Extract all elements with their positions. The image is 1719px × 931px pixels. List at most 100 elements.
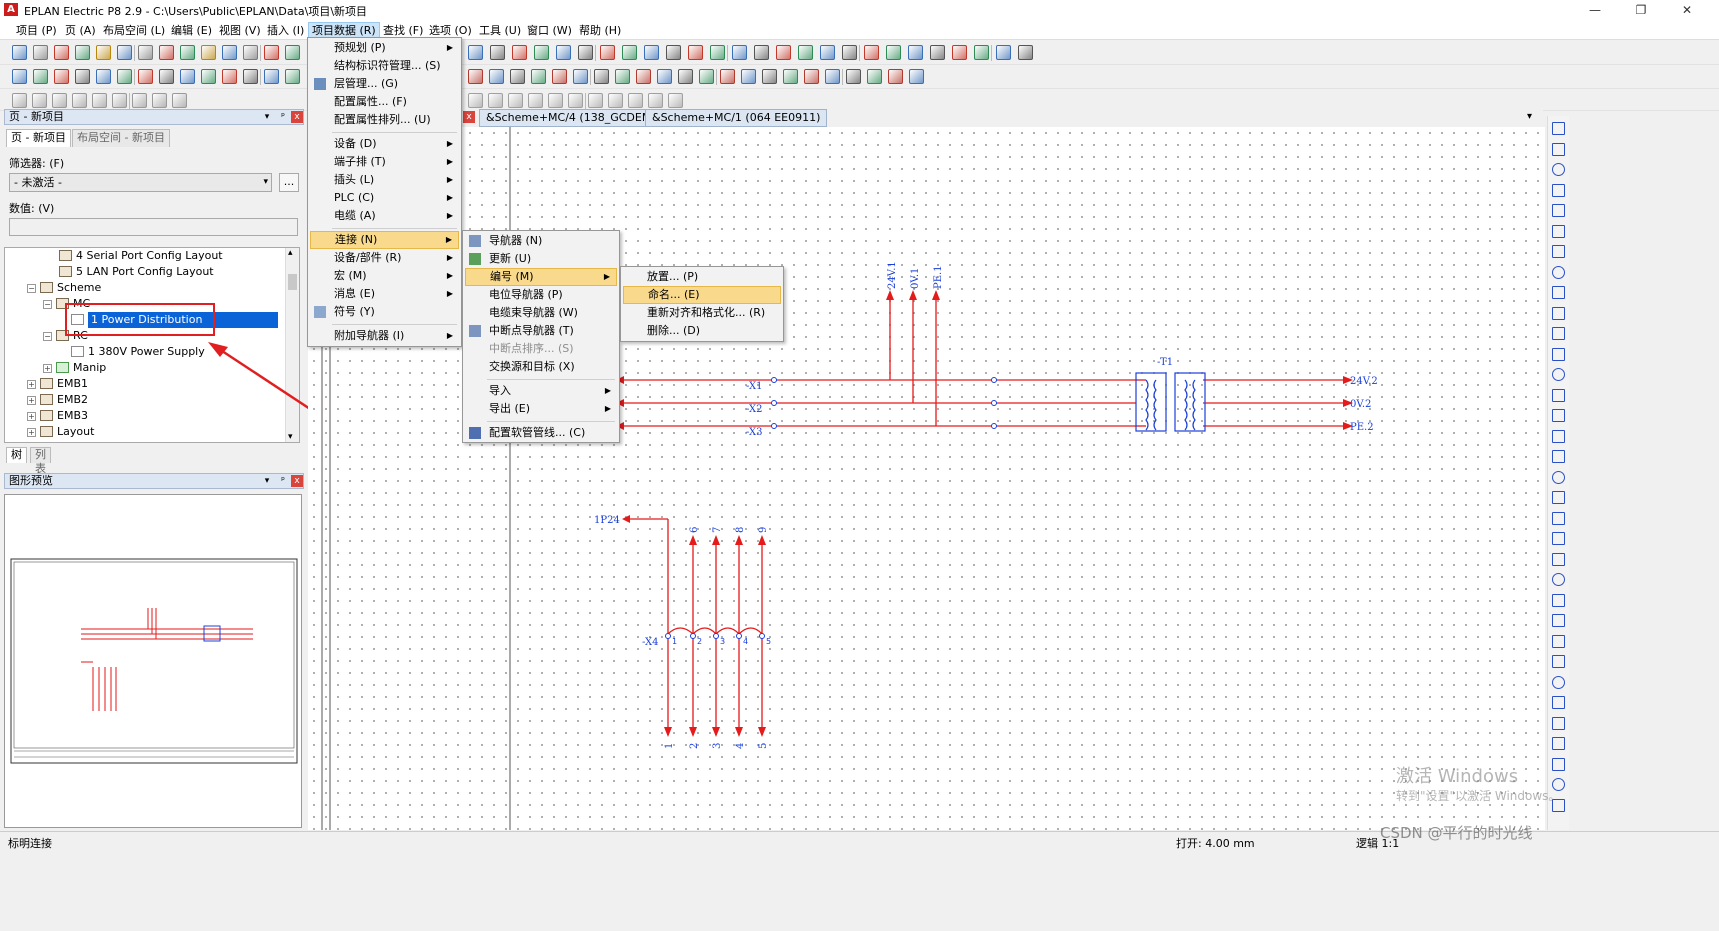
menu-item-preplanning[interactable]: 预规划 (P) ▶	[310, 39, 459, 57]
doc-tab-close-icon[interactable]: x	[463, 111, 475, 123]
toolbar-button-icon[interactable]	[909, 69, 924, 84]
toolbar-button-icon[interactable]	[820, 45, 835, 60]
toolbar-button-icon[interactable]	[842, 45, 857, 60]
toolbar-button-icon[interactable]	[600, 45, 615, 60]
toolbar-button-icon[interactable]	[886, 45, 901, 60]
menu-item-cables[interactable]: 电缆 (A) ▶	[310, 207, 459, 225]
menu-item-potential-navigator[interactable]: 电位导航器 (P)	[465, 286, 617, 304]
symbol-tool-icon[interactable]	[1552, 716, 1565, 730]
tab-tree[interactable]: 树	[6, 447, 27, 463]
toolbar-button-icon[interactable]	[636, 69, 651, 84]
toolbar-button-icon[interactable]	[490, 45, 505, 60]
toolbar-button-icon[interactable]	[528, 93, 543, 108]
menu-item-devices[interactable]: 设备 (D) ▶	[310, 135, 459, 153]
toolbar-button-icon[interactable]	[762, 69, 777, 84]
toolbar-button-icon[interactable]	[864, 45, 879, 60]
toolbar-button-icon[interactable]	[556, 45, 571, 60]
symbol-tool-icon[interactable]	[1552, 634, 1565, 648]
symbol-tool-icon[interactable]	[1552, 122, 1565, 135]
symbol-tool-icon[interactable]	[1552, 306, 1565, 320]
tab-list[interactable]: 列表	[30, 447, 51, 475]
restore-button[interactable]: ❐	[1618, 0, 1664, 20]
symbol-tool-icon[interactable]	[1552, 265, 1565, 279]
toolbar-button-icon[interactable]	[644, 45, 659, 60]
symbol-tool-icon[interactable]	[1552, 573, 1565, 586]
menu-item-macros[interactable]: 宏 (M) ▶	[310, 267, 459, 285]
symbol-tool-icon[interactable]	[1552, 429, 1565, 443]
symbol-tool-icon[interactable]	[1552, 737, 1565, 750]
toolbar-button-icon[interactable]	[996, 45, 1011, 60]
toolbar-button-icon[interactable]	[468, 93, 483, 108]
toolbar-button-icon[interactable]	[578, 45, 593, 60]
toolbar-button-icon[interactable]	[846, 69, 861, 84]
menu-item-swap-source-target[interactable]: 交换源和目标 (X)	[465, 358, 617, 376]
toolbar-button-icon[interactable]	[930, 45, 945, 60]
toolbar-button-icon[interactable]	[666, 45, 681, 60]
toolbar-button-icon[interactable]	[1018, 45, 1033, 60]
menu-item-connections[interactable]: 连接 (N) ▶	[310, 231, 459, 249]
toolbar-button-icon[interactable]	[754, 45, 769, 60]
menu-item-layer-management[interactable]: 层管理... (G)	[310, 75, 459, 93]
menu-item-plc[interactable]: PLC (C) ▶	[310, 189, 459, 207]
symbol-tool-icon[interactable]	[1552, 470, 1565, 484]
symbol-tool-icon[interactable]	[1552, 388, 1565, 402]
panel-pin-icon[interactable]: ᵖ	[277, 475, 289, 487]
toolbar-button-icon[interactable]	[783, 69, 798, 84]
menu-item-structure-identifier[interactable]: 结构标识符管理... (S)	[310, 57, 459, 75]
toolbar-button-icon[interactable]	[776, 45, 791, 60]
symbol-tool-icon[interactable]	[1552, 614, 1565, 627]
symbol-tool-icon[interactable]	[1552, 245, 1565, 258]
panel-close-icon[interactable]: x	[291, 475, 303, 487]
menu-item-place[interactable]: 放置... (P)	[623, 268, 781, 286]
symbol-tool-icon[interactable]	[1552, 450, 1565, 463]
toolbar-button-icon[interactable]	[699, 69, 714, 84]
toolbar-button-icon[interactable]	[534, 45, 549, 60]
toolbar-button-icon[interactable]	[510, 69, 525, 84]
symbol-tool-icon[interactable]	[1552, 327, 1565, 340]
symbol-tool-icon[interactable]	[1552, 593, 1565, 607]
minimize-button[interactable]: —	[1572, 0, 1618, 20]
toolbar-button-icon[interactable]	[657, 69, 672, 84]
menu-item-terminal-strips[interactable]: 端子排 (T) ▶	[310, 153, 459, 171]
symbol-tool-icon[interactable]	[1552, 142, 1565, 156]
toolbar-button-icon[interactable]	[710, 45, 725, 60]
toolbar-button-icon[interactable]	[512, 45, 527, 60]
toolbar-button-icon[interactable]	[888, 69, 903, 84]
toolbar-button-icon[interactable]	[732, 45, 747, 60]
toolbar-button-icon[interactable]	[688, 45, 703, 60]
toolbar-button-icon[interactable]	[825, 69, 840, 84]
menu-item-additional-navigator[interactable]: 附加导航器 (I) ▶	[310, 327, 459, 345]
toolbar-button-icon[interactable]	[608, 93, 623, 108]
doc-tab-mc1[interactable]: &Scheme+MC/1 (064 EE0911)	[645, 109, 828, 127]
menu-item-interruption-navigator[interactable]: 中断点导航器 (T)	[465, 322, 617, 340]
symbol-tool-icon[interactable]	[1552, 368, 1565, 381]
toolbar-button-icon[interactable]	[615, 69, 630, 84]
menu-help[interactable]: 帮助 (H)	[576, 22, 624, 39]
toolbar-button-icon[interactable]	[508, 93, 523, 108]
menu-item-plugs[interactable]: 插头 (L) ▶	[310, 171, 459, 189]
toolbar-button-icon[interactable]	[720, 69, 735, 84]
menu-item-messages[interactable]: 消息 (E) ▶	[310, 285, 459, 303]
toolbar-button-icon[interactable]	[628, 93, 643, 108]
toolbar-button-icon[interactable]	[488, 93, 503, 108]
panel-menu-arrow-icon[interactable]: ▾	[261, 475, 273, 487]
symbol-tool-icon[interactable]	[1552, 183, 1565, 197]
toolbar-button-icon[interactable]	[468, 69, 483, 84]
menu-item-numbering[interactable]: 编号 (M) ▶	[465, 268, 617, 286]
toolbar-button-icon[interactable]	[552, 69, 567, 84]
toolbar-button-icon[interactable]	[573, 69, 588, 84]
toolbar-button-icon[interactable]	[804, 69, 819, 84]
symbol-tool-icon[interactable]	[1552, 655, 1565, 668]
menu-window[interactable]: 窗口 (W)	[524, 22, 575, 39]
toolbar-button-icon[interactable]	[531, 69, 546, 84]
toolbar-button-icon[interactable]	[648, 93, 663, 108]
menu-item-delete[interactable]: 删除... (D)	[623, 322, 781, 340]
symbol-tool-icon[interactable]	[1552, 409, 1565, 422]
menu-item-realign-format[interactable]: 重新对齐和格式化... (R)	[623, 304, 781, 322]
symbol-tool-icon[interactable]	[1552, 757, 1565, 771]
toolbar-button-icon[interactable]	[548, 93, 563, 108]
menu-item-import[interactable]: 导入 ▶	[465, 382, 617, 400]
menu-item-navigator[interactable]: 导航器 (N)	[465, 232, 617, 250]
symbol-tool-icon[interactable]	[1552, 224, 1565, 238]
symbol-tool-icon[interactable]	[1552, 696, 1565, 709]
